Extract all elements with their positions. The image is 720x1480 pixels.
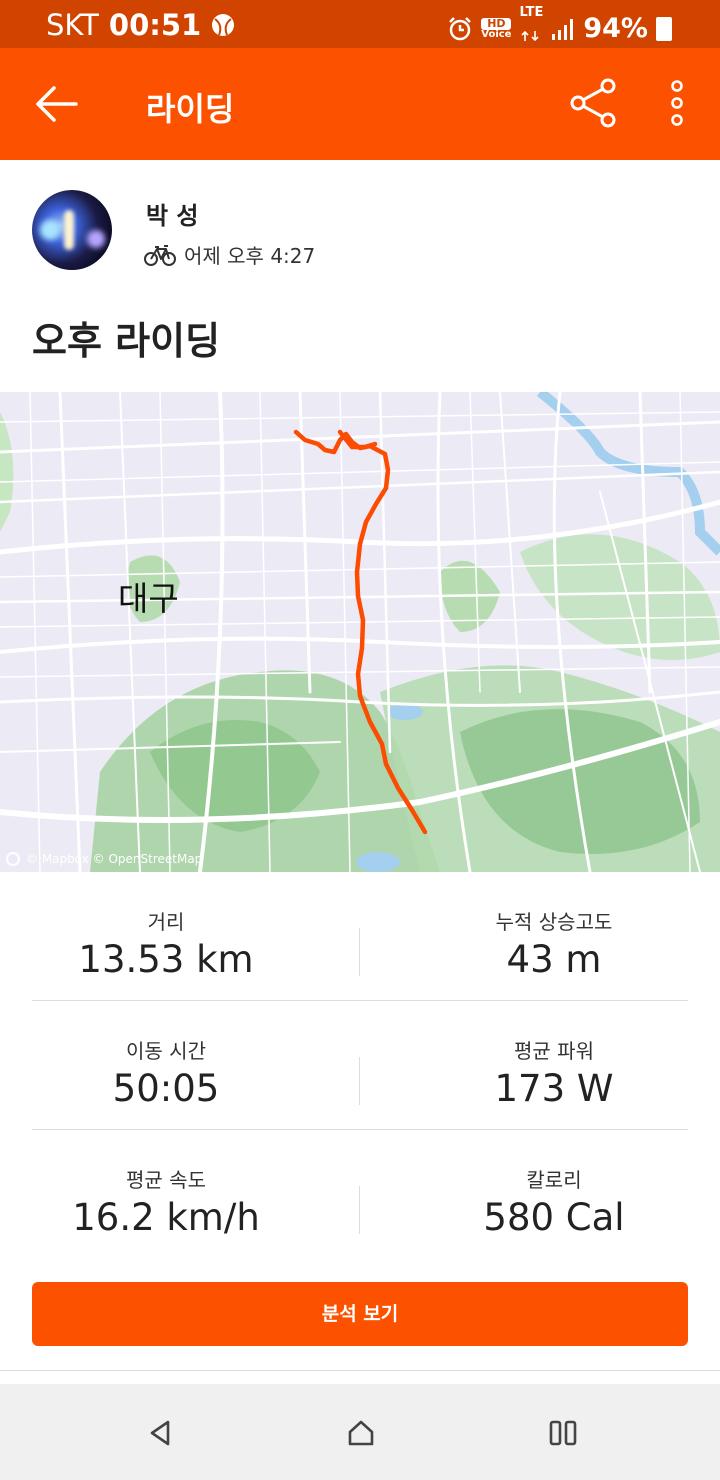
stat-avg-speed: 평균 속도 16.2 km/h xyxy=(2,1130,330,1259)
stat-label: 이동 시간 xyxy=(126,1039,206,1063)
stats-row: 이동 시간 50:05 평균 파워 173 W xyxy=(32,1001,688,1130)
stat-label: 평균 속도 xyxy=(126,1168,206,1192)
stat-value: 173 W xyxy=(494,1067,614,1110)
stat-value: 13.53 km xyxy=(78,938,254,981)
more-options-icon[interactable] xyxy=(662,78,692,128)
route-map[interactable]: 대구 © Mapbox © OpenStreetMap xyxy=(0,392,720,872)
clock: 00:51 xyxy=(108,8,202,42)
stat-divider xyxy=(359,1057,360,1105)
stat-elevation-gain: 누적 상승고도 43 m xyxy=(390,872,718,1001)
stat-divider xyxy=(359,1186,360,1234)
stats-row: 거리 13.53 km 누적 상승고도 43 m xyxy=(32,872,688,1001)
stat-value: 580 Cal xyxy=(483,1196,625,1239)
activity-title: 오후 라이딩 xyxy=(32,319,221,363)
stat-moving-time: 이동 시간 50:05 xyxy=(2,1001,330,1130)
carrier-label: SKT xyxy=(46,8,99,42)
home-nav-icon[interactable] xyxy=(346,1418,376,1448)
back-nav-icon[interactable] xyxy=(146,1418,176,1448)
bike-icon xyxy=(144,244,176,266)
battery-percent: 94% xyxy=(583,13,648,44)
stats-row: 평균 속도 16.2 km/h 칼로리 580 Cal xyxy=(32,1130,688,1259)
status-left: SKT 00:51 xyxy=(46,8,235,42)
hd-label: HD xyxy=(481,17,512,30)
stat-label: 칼로리 xyxy=(526,1168,582,1192)
stat-value: 16.2 km/h xyxy=(72,1196,260,1239)
lte-label: LTE xyxy=(519,5,544,20)
back-arrow-icon[interactable] xyxy=(32,82,80,126)
map-attribution[interactable]: © Mapbox © OpenStreetMap xyxy=(6,852,202,866)
map-attribution-text[interactable]: © Mapbox © OpenStreetMap xyxy=(26,852,202,866)
stat-avg-power: 평균 파워 173 W xyxy=(390,1001,718,1130)
stat-value: 43 m xyxy=(506,938,602,981)
activity-meta: 어제 오후 4:27 xyxy=(144,240,315,269)
map-city-label: 대구 xyxy=(118,579,179,618)
share-icon[interactable] xyxy=(568,78,618,128)
stat-label: 누적 상승고도 xyxy=(495,910,613,934)
activity-date: 어제 오후 4:27 xyxy=(184,244,316,268)
recent-apps-nav-icon[interactable] xyxy=(548,1418,578,1448)
app-bar: 라이딩 xyxy=(0,48,720,160)
voice-label: Voice xyxy=(481,28,512,40)
athlete-name[interactable]: 박 성 xyxy=(146,196,199,231)
avatar[interactable] xyxy=(32,190,112,270)
system-nav-bar xyxy=(0,1384,720,1480)
sports-ball-icon xyxy=(212,14,235,36)
hd-voice-indicator: HD Voice xyxy=(481,17,512,40)
map-canvas xyxy=(0,392,720,872)
signal-icon xyxy=(552,18,574,40)
stats-grid: 거리 13.53 km 누적 상승고도 43 m 이동 시간 50:05 평균 … xyxy=(32,872,688,1259)
status-bar: SKT 00:51 HD Voice LTE 94% xyxy=(0,0,720,48)
section-divider xyxy=(0,1370,720,1371)
stat-label: 거리 xyxy=(147,910,185,934)
stat-distance: 거리 13.53 km xyxy=(2,872,330,1001)
mapbox-logo-icon[interactable] xyxy=(6,852,20,866)
alarm-icon xyxy=(449,16,472,40)
page-title: 라이딩 xyxy=(146,90,235,128)
stat-divider xyxy=(359,928,360,976)
status-right: HD Voice LTE 94% xyxy=(447,5,672,49)
view-analysis-button[interactable]: 분석 보기 xyxy=(32,1282,688,1346)
stat-label: 평균 파워 xyxy=(514,1039,594,1063)
stat-value: 50:05 xyxy=(112,1067,220,1110)
data-arrows-icon xyxy=(521,30,540,42)
battery-icon xyxy=(656,16,672,41)
lte-indicator: LTE xyxy=(519,5,544,49)
stat-calories: 칼로리 580 Cal xyxy=(390,1130,718,1259)
